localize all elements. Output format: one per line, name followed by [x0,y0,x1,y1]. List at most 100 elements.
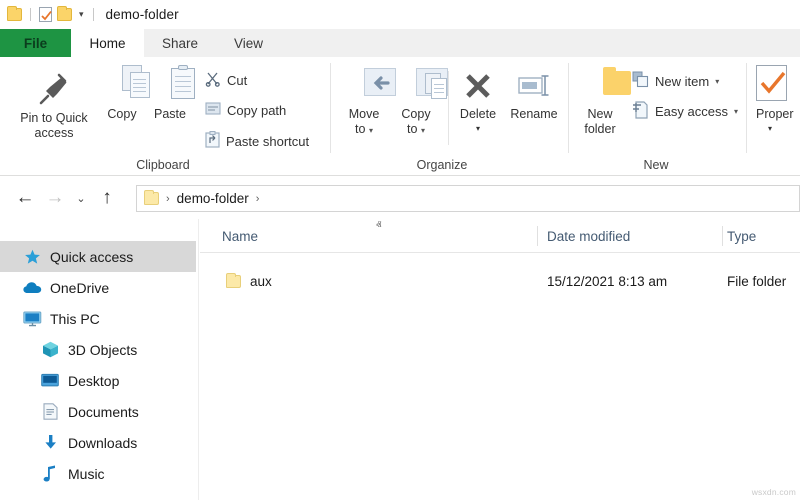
new-item-label: New item [655,73,710,89]
column-header-name[interactable]: Name [222,219,258,253]
rename-icon [506,65,562,107]
download-arrow-icon [40,434,60,452]
desktop-icon [40,372,60,390]
qat-divider [30,7,31,21]
column-header-type[interactable]: Type [727,219,756,253]
copy-path-button[interactable]: Copy path [205,101,286,119]
address-bar[interactable]: › demo-folder › [136,185,800,212]
group-divider-3 [746,63,747,153]
delete-caret-icon[interactable]: ▾ [452,121,504,136]
back-button[interactable]: ← [10,183,40,213]
copy-to-caret-icon[interactable]: ▾ [421,126,425,135]
sidebar-item-desktop[interactable]: Desktop [0,365,198,396]
pin-label-line1: Pin to Quick [20,111,88,125]
column-header-date-modified[interactable]: Date modified [547,219,630,253]
recent-locations-button[interactable]: ⌄ [70,183,92,213]
cloud-icon [22,279,42,297]
cut-button[interactable]: Cut [205,71,247,90]
customize-caret-icon[interactable]: ▾ [79,9,84,19]
group-divider-2 [568,63,569,153]
clipboard-icon [148,65,195,107]
watermark: wsxdn.com [751,487,796,497]
sidebar-item-music[interactable]: Music [0,458,198,489]
rename-label: Rename [510,107,558,121]
copy-to-label-line2: to [407,122,418,136]
new-item-caret-icon[interactable]: ▾ [715,77,719,86]
properties-icon[interactable] [39,6,52,22]
new-group-label: New [643,158,669,172]
tab-home[interactable]: Home [71,29,144,57]
copy-path-label: Copy path [227,102,287,118]
properties-icon [756,65,800,107]
easy-access-button[interactable]: Easy access ▾ [632,101,738,122]
folder-icon[interactable] [7,5,22,21]
folder-icon [144,190,159,205]
copy-button[interactable]: Copy [100,65,150,122]
new-item-button[interactable]: New item ▾ [632,71,719,91]
file-list-pane: Name ⱏ Date modified Type aux 15/12/2021… [200,219,800,500]
paste-button[interactable]: Paste [148,65,195,122]
document-icon [40,403,60,421]
sidebar-item-onedrive[interactable]: OneDrive [0,272,198,303]
copy-to-button[interactable]: Copy to ▾ [392,65,448,138]
pin-label-line2: access [34,126,74,140]
delete-x-icon [452,65,504,107]
properties-caret-icon[interactable]: ▾ [756,121,784,136]
window-title: demo-folder [105,6,179,22]
rename-button[interactable]: Rename [506,65,562,122]
paste-shortcut-label: Paste shortcut [226,133,310,149]
paste-shortcut-button[interactable]: Paste shortcut [205,131,309,151]
quick-access-toolbar: ▾ demo-folder [0,5,179,22]
breadcrumb-separator: › [166,192,170,205]
ribbon: Pin to Quick access Copy Paste Cut Copy … [0,57,800,176]
sidebar-item-documents[interactable]: Documents [0,396,198,427]
new-folder-icon[interactable] [57,5,72,21]
new-item-icon [632,71,649,91]
paste-label: Paste [154,107,186,121]
move-to-label-line1: Move [348,107,380,121]
tab-file[interactable]: File [0,29,71,57]
easy-access-caret-icon[interactable]: ▾ [734,107,738,116]
sidebar-item-label: Desktop [68,372,120,389]
move-to-button[interactable]: Move to ▾ [340,65,396,138]
easy-access-label: Easy access [655,104,728,119]
sidebar-item-label: Quick access [50,248,134,265]
sidebar-item-this-pc[interactable]: This PC [0,303,198,334]
paste-shortcut-icon [205,131,220,151]
copy-path-icon [205,101,221,119]
properties-button[interactable]: Proper ▾ [756,65,800,136]
new-folder-button[interactable]: New folder [576,65,631,137]
sidebar-item-downloads[interactable]: Downloads [0,427,198,458]
column-divider[interactable] [722,226,723,246]
scissors-icon [205,71,221,90]
tab-share[interactable]: Share [144,29,216,57]
file-name: aux [250,273,272,289]
navigation-pane: Quick access OneDrive This PC 3D Objects… [0,219,199,500]
forward-button[interactable]: → [40,183,70,213]
tab-view[interactable]: View [216,29,281,57]
table-row[interactable]: aux 15/12/2021 8:13 am File folder [200,264,800,298]
sidebar-item-quick-access[interactable]: Quick access [0,241,196,272]
column-header-row: Name ⱏ Date modified Type [200,219,800,253]
copy-to-label-line1: Copy [401,107,431,121]
move-to-caret-icon[interactable]: ▾ [369,126,373,135]
copy-to-icon [392,65,448,107]
delete-button[interactable]: Delete ▾ [452,65,504,136]
cube-icon [40,341,60,359]
breadcrumb-separator[interactable]: › [256,193,260,205]
date-modified-cell: 15/12/2021 8:13 am [547,273,668,289]
sidebar-item-3d-objects[interactable]: 3D Objects [0,334,198,365]
ribbon-tab-strip: File Home Share View [0,29,800,57]
title-divider [92,7,94,21]
breadcrumb-current-folder[interactable]: demo-folder [177,191,249,206]
type-cell: File folder [727,273,787,289]
column-divider[interactable] [537,226,538,246]
organize-group-label: Organize [416,158,468,172]
pin-to-quick-access-button[interactable]: Pin to Quick access [10,65,98,141]
copy-documents-icon [100,65,150,107]
title-bar: ▾ demo-folder [0,0,800,28]
up-button[interactable]: ↑ [92,183,122,213]
sidebar-item-label: Documents [68,403,139,420]
cut-label: Cut [227,73,248,88]
star-icon [22,248,42,266]
